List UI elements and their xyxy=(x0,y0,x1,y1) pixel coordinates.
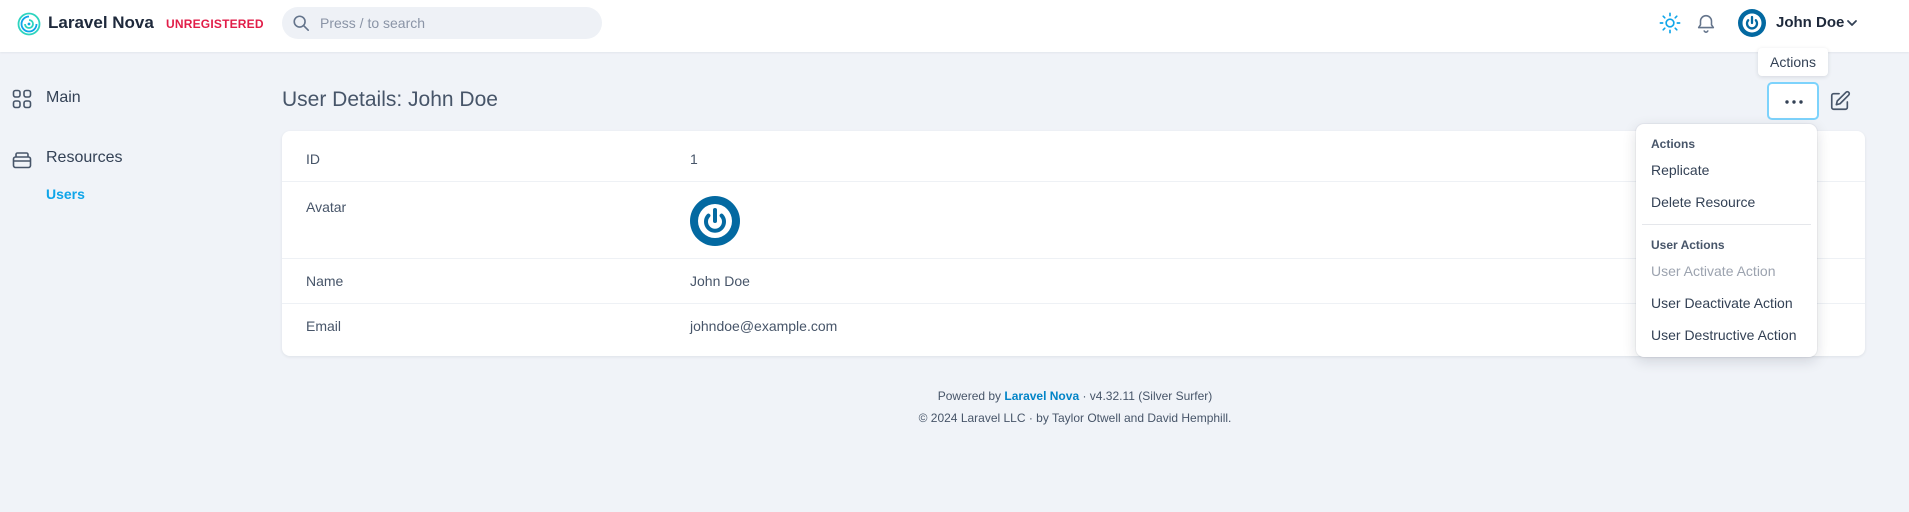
grid-icon xyxy=(12,89,32,109)
sidebar-item-label: Main xyxy=(46,89,81,106)
field-value: John Doe xyxy=(690,273,750,289)
user-menu[interactable]: John Doe xyxy=(1738,7,1858,39)
nova-logo-icon[interactable] xyxy=(17,12,41,36)
power-icon xyxy=(1738,9,1766,37)
sidebar-item-label: Resources xyxy=(46,149,123,166)
footer-copyright: © 2024 Laravel LLC · by Taylor Otwell an… xyxy=(918,411,1232,425)
user-activate-action: User Activate Action xyxy=(1651,263,1776,279)
delete-resource-action[interactable]: Delete Resource xyxy=(1651,194,1755,210)
actions-menu-button[interactable] xyxy=(1767,82,1819,120)
footer-version: · v4.32.11 (Silver Surfer) xyxy=(1082,389,1213,403)
footer-powered-prefix: Powered by xyxy=(937,389,1002,403)
avatar xyxy=(690,196,740,246)
license-badge: UNREGISTERED xyxy=(166,17,264,31)
field-row-email: Email johndoe@example.com xyxy=(282,304,1865,356)
footer-powered-by: Powered by Laravel Nova · v4.32.11 (Silv… xyxy=(0,389,1909,403)
app-name[interactable]: Laravel Nova xyxy=(48,13,154,33)
field-row-avatar: Avatar xyxy=(282,182,1865,259)
field-label: Avatar xyxy=(306,199,347,215)
actions-dropdown: Actions Replicate Delete Resource User A… xyxy=(1636,124,1817,357)
field-label: Name xyxy=(306,273,344,289)
field-value: 1 xyxy=(690,151,698,167)
archive-icon xyxy=(12,152,32,169)
page-title: User Details: John Doe xyxy=(282,88,498,111)
field-row-id: ID 1 xyxy=(282,131,1865,182)
sun-icon[interactable] xyxy=(1659,12,1681,34)
global-search[interactable] xyxy=(282,7,602,39)
dropdown-divider xyxy=(1642,224,1811,225)
chevron-down-icon xyxy=(1847,20,1857,26)
search-input[interactable] xyxy=(320,7,590,39)
field-label: Email xyxy=(306,318,342,334)
more-horizontal-icon xyxy=(1785,100,1803,104)
field-label: ID xyxy=(306,151,320,167)
sidebar-item-resources[interactable]: Resources xyxy=(12,148,162,172)
detail-card: ID 1 Avatar Name John Doe Email johndoe@… xyxy=(282,131,1865,356)
replicate-action[interactable]: Replicate xyxy=(1651,162,1709,178)
user-deactivate-action[interactable]: User Deactivate Action xyxy=(1651,295,1793,311)
user-destructive-action[interactable]: User Destructive Action xyxy=(1651,327,1797,343)
dropdown-group-heading: Actions xyxy=(1651,137,1696,151)
edit-icon[interactable] xyxy=(1829,90,1851,112)
nova-link[interactable]: Laravel Nova xyxy=(1004,389,1079,403)
user-name: John Doe xyxy=(1776,14,1845,31)
bell-icon[interactable] xyxy=(1695,12,1717,34)
actions-tooltip: Actions xyxy=(1758,48,1828,76)
sidebar-item-main[interactable]: Main xyxy=(12,88,162,112)
field-value: johndoe@example.com xyxy=(690,318,838,334)
search-icon xyxy=(293,15,310,32)
sidebar-item-users[interactable]: Users xyxy=(46,186,85,202)
dropdown-group-heading: User Actions xyxy=(1651,238,1725,252)
top-header: Laravel Nova UNREGISTERED John Doe xyxy=(0,0,1909,52)
field-row-name: Name John Doe xyxy=(282,259,1865,304)
